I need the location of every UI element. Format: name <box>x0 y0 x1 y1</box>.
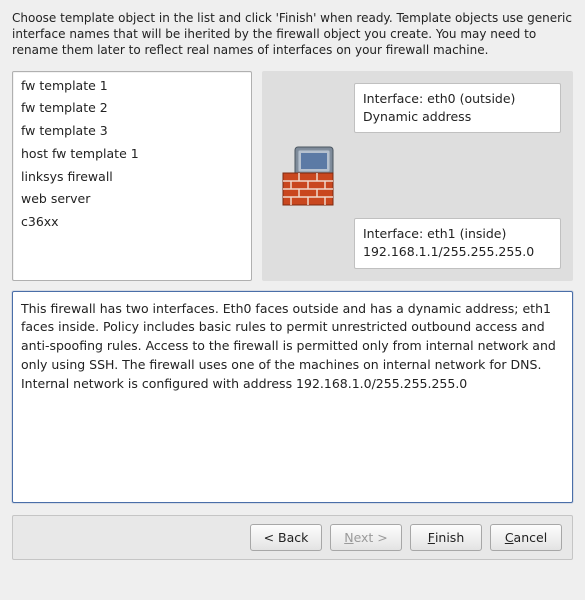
list-item[interactable]: fw template 2 <box>17 97 247 120</box>
template-list[interactable]: fw template 1 fw template 2 fw template … <box>12 71 252 281</box>
wizard-page: Choose template object in the list and c… <box>0 0 585 600</box>
list-item[interactable]: c36xx <box>17 211 247 234</box>
icon-column <box>274 83 344 269</box>
list-item[interactable]: host fw template 1 <box>17 143 247 166</box>
middle-row: fw template 1 fw template 2 fw template … <box>12 71 573 281</box>
iface-address: 192.168.1.1/255.255.255.0 <box>363 243 552 261</box>
list-item[interactable]: fw template 3 <box>17 120 247 143</box>
interfaces-column: Interface: eth0 (outside) Dynamic addres… <box>354 83 561 269</box>
instruction-text: Choose template object in the list and c… <box>12 10 573 59</box>
description-box[interactable]: This firewall has two interfaces. Eth0 f… <box>12 291 573 503</box>
interface-box-eth0: Interface: eth0 (outside) Dynamic addres… <box>354 83 561 133</box>
back-button[interactable]: < Back <box>250 524 322 551</box>
iface-address: Dynamic address <box>363 108 552 126</box>
finish-button[interactable]: Finish <box>410 524 482 551</box>
list-item[interactable]: web server <box>17 188 247 211</box>
list-item[interactable]: fw template 1 <box>17 75 247 98</box>
next-button: Next > <box>330 524 402 551</box>
cancel-button[interactable]: Cancel <box>490 524 562 551</box>
button-bar: < Back Next > Finish Cancel <box>12 515 573 560</box>
firewall-icon <box>281 145 337 207</box>
preview-panel: Interface: eth0 (outside) Dynamic addres… <box>262 71 573 281</box>
iface-label: Interface: eth0 (outside) <box>363 90 552 108</box>
interface-box-eth1: Interface: eth1 (inside) 192.168.1.1/255… <box>354 218 561 268</box>
list-item[interactable]: linksys firewall <box>17 166 247 189</box>
iface-label: Interface: eth1 (inside) <box>363 225 552 243</box>
